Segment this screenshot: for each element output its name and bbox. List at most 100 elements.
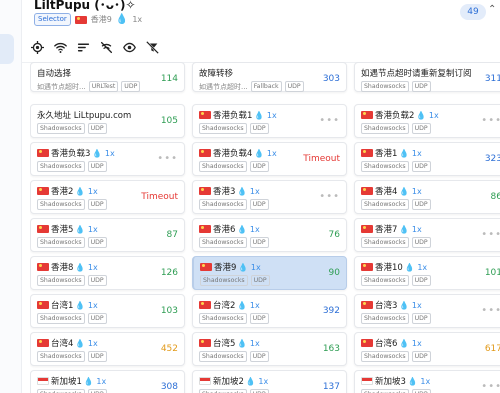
proxy-card[interactable]: 台湾6 💧 1x Shadowsocks UDP 617 (354, 332, 500, 366)
delay-value[interactable]: 87 (167, 230, 178, 240)
locate-icon[interactable] (30, 40, 44, 54)
proxy-type-chip: Shadowsocks (361, 313, 409, 324)
hk-flag-icon (200, 263, 212, 271)
delay-test-button[interactable]: ••• (481, 115, 500, 126)
proxy-card[interactable]: 香港负载3 💧 1x Shadowsocks UDP ••• (30, 142, 185, 176)
proxy-card[interactable]: 香港9 💧 1x Shadowsocks UDP 90 (192, 256, 347, 290)
proxy-name-text: 新加坡2 (213, 377, 244, 387)
proxy-name: 新加坡3 💧 1x (361, 375, 430, 387)
delay-value[interactable]: 308 (161, 382, 178, 392)
proxy-card[interactable]: 香港10 💧 1x Shadowsocks UDP 101 (354, 256, 500, 290)
hide-unavailable-icon[interactable] (99, 40, 113, 54)
proxy-name-text: 香港7 (375, 225, 398, 235)
proxy-card[interactable]: 新加坡2 💧 1x ShadowsocksUDP 137 (192, 370, 347, 393)
chevron-up-icon[interactable]: ⌃ (488, 4, 498, 15)
delay-value[interactable]: 105 (161, 116, 178, 126)
proxy-meta: ShadowsocksUDP (199, 313, 269, 324)
proxy-name: 台湾2 💧 1x (199, 299, 260, 311)
proxy-card[interactable]: 香港1 💧 1x Shadowsocks UDP 323 (354, 142, 500, 176)
proxy-name-text: 香港6 (213, 225, 236, 235)
proxy-card[interactable]: 香港2 💧 1x Shadowsocks UDP Timeout (30, 180, 185, 214)
delay-value[interactable]: 90 (329, 268, 340, 278)
proxy-card[interactable]: 新加坡1 💧 1x ShadowsocksUDP 308 (30, 370, 185, 393)
proxy-card[interactable]: 如遇节点超时请重新复制订阅 Shadowsocks UDP 311 (354, 62, 500, 92)
proxy-card[interactable]: 香港4 💧 1x Shadowsocks UDP 86 (354, 180, 500, 214)
proxy-card[interactable]: 香港7 💧 1x Shadowsocks UDP ••• (354, 218, 500, 252)
proxy-name-text: 台湾4 (51, 339, 74, 349)
udp-chip: UDP (411, 237, 431, 248)
delay-value[interactable]: 126 (161, 268, 178, 278)
delay-test-button[interactable]: ••• (481, 381, 500, 392)
filter-off-icon[interactable] (145, 40, 159, 54)
drop-icon: 💧 1x (399, 148, 422, 158)
delay-value[interactable]: 86 (491, 192, 500, 202)
proxy-name-text: 如遇节点超时请重新复制订阅 (361, 69, 472, 79)
proxy-card[interactable]: 台湾2 💧 1x Shadowsocks UDP 392 (192, 294, 347, 328)
delay-value[interactable]: 76 (329, 230, 340, 240)
drop-icon: 💧 1x (399, 186, 422, 196)
delay-value[interactable]: 103 (161, 306, 178, 316)
proxy-card[interactable]: 台湾5 💧 1x Shadowsocks UDP 163 (192, 332, 347, 366)
proxy-name-text: 香港5 (51, 225, 74, 235)
delay-test-button[interactable]: ••• (481, 229, 500, 240)
delay-value[interactable]: 392 (323, 306, 340, 316)
delay-test-button[interactable]: ••• (319, 191, 340, 202)
proxy-name-text: 香港负载2 (375, 111, 415, 121)
proxy-name-text: 香港3 (213, 187, 236, 197)
delay-test-button[interactable]: ••• (481, 305, 500, 316)
delay-value[interactable]: 163 (323, 344, 340, 354)
proxy-card[interactable]: 台湾1 💧 1x Shadowsocks UDP 103 (30, 294, 185, 328)
wifi-test-icon[interactable] (53, 40, 67, 54)
proxy-card[interactable]: 台湾4 💧 1x Shadowsocks UDP 452 (30, 332, 185, 366)
proxy-name: 香港7 💧 1x (361, 223, 422, 235)
proxy-card[interactable]: 新加坡3 💧 1x ShadowsocksUDP ••• (354, 370, 500, 393)
udp-chip: UDP (249, 199, 269, 210)
delay-value[interactable]: 323 (485, 154, 500, 164)
delay-value[interactable]: Timeout (141, 192, 178, 202)
tw-flag-icon (361, 339, 373, 347)
proxy-group-header[interactable]: LiltPupu (･ᴗ･)✧ Selector 香港9 💧 1x 49 ⌃ (22, 0, 500, 32)
delay-value[interactable]: 303 (323, 74, 340, 84)
proxy-name: 香港5 💧 1x (37, 223, 98, 235)
sidebar-selected-item[interactable] (0, 34, 14, 64)
proxy-card[interactable]: 香港负载1 💧 1x Shadowsocks UDP ••• (192, 104, 347, 138)
proxy-card[interactable]: 香港3 💧 1x Shadowsocks UDP ••• (192, 180, 347, 214)
delay-test-button[interactable]: ••• (157, 153, 178, 164)
proxy-name: 香港2 💧 1x (37, 185, 98, 197)
delay-value[interactable]: Timeout (303, 154, 340, 164)
proxy-name: 台湾6 💧 1x (361, 337, 422, 349)
proxy-type-chip: Shadowsocks (361, 161, 409, 172)
delay-value[interactable]: 617 (485, 344, 500, 354)
proxy-name: 香港负载4 💧 1x (199, 147, 277, 159)
node-count-badge: 49 (460, 4, 486, 20)
proxy-card[interactable]: 香港5 💧 1x Shadowsocks UDP 87 (30, 218, 185, 252)
proxy-meta: ShadowsocksUDP (199, 237, 269, 248)
proxy-meta: ShadowsocksUDP (361, 275, 431, 286)
sort-icon[interactable] (76, 40, 90, 54)
proxy-card[interactable]: 香港负载4 💧 1x Shadowsocks UDP Timeout (192, 142, 347, 176)
drop-icon: 💧 1x (254, 110, 277, 120)
delay-value[interactable]: 101 (485, 268, 500, 278)
delay-value[interactable]: 452 (161, 344, 178, 354)
proxy-type-chip: Shadowsocks (361, 389, 409, 393)
delay-value[interactable]: 311 (485, 74, 500, 84)
delay-value[interactable]: 137 (323, 382, 340, 392)
delay-value[interactable]: 114 (161, 74, 178, 84)
proxy-card[interactable]: 台湾3 💧 1x Shadowsocks UDP ••• (354, 294, 500, 328)
proxy-name: 台湾4 💧 1x (37, 337, 98, 349)
proxy-card[interactable]: 香港负载2 💧 1x Shadowsocks UDP ••• (354, 104, 500, 138)
udp-chip: UDP (249, 237, 269, 248)
proxy-card[interactable]: 故障转移 如遇节点超时... Fallback UDP 303 (192, 62, 347, 92)
proxy-card[interactable]: 香港6 💧 1x Shadowsocks UDP 76 (192, 218, 347, 252)
tw-flag-icon (199, 339, 211, 347)
udp-chip: UDP (121, 81, 141, 92)
proxy-type-chip: Shadowsocks (199, 389, 247, 393)
eye-icon[interactable] (122, 40, 136, 54)
proxy-card[interactable]: 香港8 💧 1x Shadowsocks UDP 126 (30, 256, 185, 290)
proxy-card[interactable]: 永久地址 LiLtpupu.com Shadowsocks UDP 105 (30, 104, 185, 138)
sg-flag-icon (37, 377, 49, 385)
delay-test-button[interactable]: ••• (319, 115, 340, 126)
proxy-card[interactable]: 自动选择 如遇节点超时... URLTest UDP 114 (30, 62, 185, 92)
proxy-type-chip: Shadowsocks (199, 199, 247, 210)
proxy-name: 香港8 💧 1x (37, 261, 98, 273)
